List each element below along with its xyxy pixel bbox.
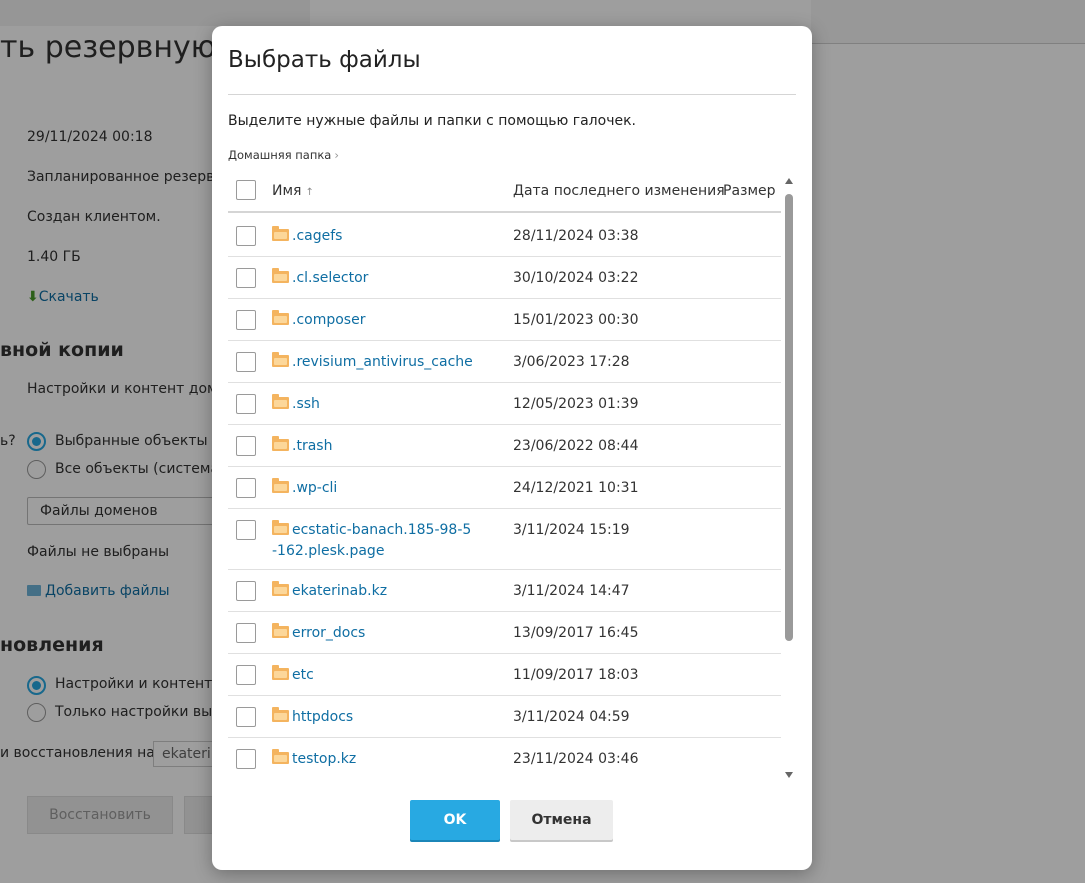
folder-icon — [272, 665, 289, 680]
scroll-up-arrow-icon[interactable] — [785, 178, 793, 184]
file-name-link[interactable]: .trash — [272, 436, 492, 457]
dialog-hint: Выделите нужные файлы и папки с помощью … — [228, 113, 636, 129]
file-modified-date: 23/06/2022 08:44 — [513, 438, 639, 454]
table-row[interactable]: testop.kz 23/11/2024 03:46 — [228, 738, 781, 778]
table-row[interactable]: .revisium_antivirus_cache 3/06/2023 17:28 — [228, 341, 781, 383]
table-row[interactable]: .trash 23/06/2022 08:44 — [228, 425, 781, 467]
table-scrollbar[interactable] — [782, 178, 796, 778]
table-row[interactable]: .ssh 12/05/2023 01:39 — [228, 383, 781, 425]
file-name: ecstatic-banach.185-98-5-162.plesk.page — [272, 522, 472, 559]
file-name: .revisium_antivirus_cache — [292, 354, 473, 370]
file-name: .composer — [292, 312, 366, 328]
file-modified-date: 24/12/2021 10:31 — [513, 480, 639, 496]
row-checkbox[interactable] — [236, 352, 256, 372]
row-checkbox[interactable] — [236, 707, 256, 727]
file-name: .cl.selector — [292, 270, 369, 286]
file-name-link[interactable]: error_docs — [272, 623, 492, 644]
row-checkbox[interactable] — [236, 581, 256, 601]
row-checkbox[interactable] — [236, 436, 256, 456]
file-modified-date: 28/11/2024 03:38 — [513, 228, 639, 244]
table-row[interactable]: ecstatic-banach.185-98-5-162.plesk.page 3… — [228, 509, 781, 570]
table-row[interactable]: .composer 15/01/2023 00:30 — [228, 299, 781, 341]
dialog-title: Выбрать файлы — [228, 47, 421, 73]
file-name: testop.kz — [292, 751, 357, 767]
row-checkbox[interactable] — [236, 749, 256, 769]
row-checkbox[interactable] — [236, 520, 256, 540]
breadcrumb-home[interactable]: Домашняя папка — [228, 148, 331, 162]
file-modified-date: 3/06/2023 17:28 — [513, 354, 630, 370]
file-name-link[interactable]: .cagefs — [272, 226, 492, 247]
table-row[interactable]: .wp-cli 24/12/2021 10:31 — [228, 467, 781, 509]
dialog-title-divider — [228, 94, 796, 95]
sort-ascending-icon: ↑ — [305, 187, 314, 198]
row-checkbox[interactable] — [236, 478, 256, 498]
row-checkbox[interactable] — [236, 310, 256, 330]
file-name: etc — [292, 667, 314, 683]
file-name: .wp-cli — [292, 480, 338, 496]
folder-icon — [272, 436, 289, 451]
table-row[interactable]: httpdocs 3/11/2024 04:59 — [228, 696, 781, 738]
ok-button[interactable]: OK — [410, 800, 500, 840]
folder-icon — [272, 581, 289, 596]
table-row[interactable]: etc 11/09/2017 18:03 — [228, 654, 781, 696]
table-row[interactable]: error_docs 13/09/2017 16:45 — [228, 612, 781, 654]
file-name: error_docs — [292, 625, 366, 641]
folder-icon — [272, 394, 289, 409]
folder-icon — [272, 520, 289, 535]
folder-icon — [272, 749, 289, 764]
folder-icon — [272, 226, 289, 241]
file-modified-date: 11/09/2017 18:03 — [513, 667, 639, 683]
file-name-link[interactable]: httpdocs — [272, 707, 492, 728]
file-modified-date: 13/09/2017 16:45 — [513, 625, 639, 641]
table-row[interactable]: ekaterinab.kz 3/11/2024 14:47 — [228, 570, 781, 612]
folder-icon — [272, 707, 289, 722]
folder-icon — [272, 478, 289, 493]
column-name-header[interactable]: Имя ↑ — [272, 183, 314, 199]
file-name-link[interactable]: testop.kz — [272, 749, 492, 770]
row-checkbox[interactable] — [236, 226, 256, 246]
folder-icon — [272, 623, 289, 638]
file-name-link[interactable]: .wp-cli — [272, 478, 492, 499]
breadcrumb: Домашняя папка › — [228, 148, 339, 162]
file-modified-date: 3/11/2024 15:19 — [513, 522, 630, 538]
file-modified-date: 23/11/2024 03:46 — [513, 751, 639, 767]
row-checkbox[interactable] — [236, 268, 256, 288]
table-header: Имя ↑ Дата последнего изменения Размер — [228, 173, 781, 213]
row-checkbox[interactable] — [236, 665, 256, 685]
file-name: ekaterinab.kz — [292, 583, 388, 599]
cancel-button[interactable]: Отмена — [510, 800, 613, 840]
select-all-checkbox[interactable] — [236, 180, 256, 200]
row-checkbox[interactable] — [236, 394, 256, 414]
file-modified-date: 30/10/2024 03:22 — [513, 270, 639, 286]
file-name: httpdocs — [292, 709, 354, 725]
column-modified-header[interactable]: Дата последнего изменения — [513, 183, 725, 199]
file-name: .ssh — [292, 396, 320, 412]
folder-icon — [272, 352, 289, 367]
file-modified-date: 3/11/2024 14:47 — [513, 583, 630, 599]
file-modified-date: 15/01/2023 00:30 — [513, 312, 639, 328]
file-name-link[interactable]: ekaterinab.kz — [272, 581, 492, 602]
file-name-link[interactable]: .composer — [272, 310, 492, 331]
breadcrumb-chevron-icon: › — [334, 148, 339, 162]
files-table: Имя ↑ Дата последнего изменения Размер .c… — [228, 173, 781, 778]
file-name-link[interactable]: .revisium_antivirus_cache — [272, 352, 492, 373]
file-name-link[interactable]: etc — [272, 665, 492, 686]
table-row[interactable]: .cl.selector 30/10/2024 03:22 — [228, 257, 781, 299]
file-modified-date: 12/05/2023 01:39 — [513, 396, 639, 412]
column-size-header[interactable]: Размер — [723, 183, 776, 199]
row-checkbox[interactable] — [236, 623, 256, 643]
file-name-link[interactable]: .ssh — [272, 394, 492, 415]
scroll-down-arrow-icon[interactable] — [785, 772, 793, 778]
file-name: .trash — [292, 438, 333, 454]
file-modified-date: 3/11/2024 04:59 — [513, 709, 630, 725]
file-name-link[interactable]: .cl.selector — [272, 268, 492, 289]
folder-icon — [272, 310, 289, 325]
table-row[interactable]: .cagefs 28/11/2024 03:38 — [228, 215, 781, 257]
folder-icon — [272, 268, 289, 283]
file-name-link[interactable]: ecstatic-banach.185-98-5-162.plesk.page — [272, 520, 472, 562]
select-files-dialog: Выбрать файлы Выделите нужные файлы и па… — [212, 26, 812, 870]
scrollbar-thumb[interactable] — [785, 194, 793, 641]
file-name: .cagefs — [292, 228, 343, 244]
